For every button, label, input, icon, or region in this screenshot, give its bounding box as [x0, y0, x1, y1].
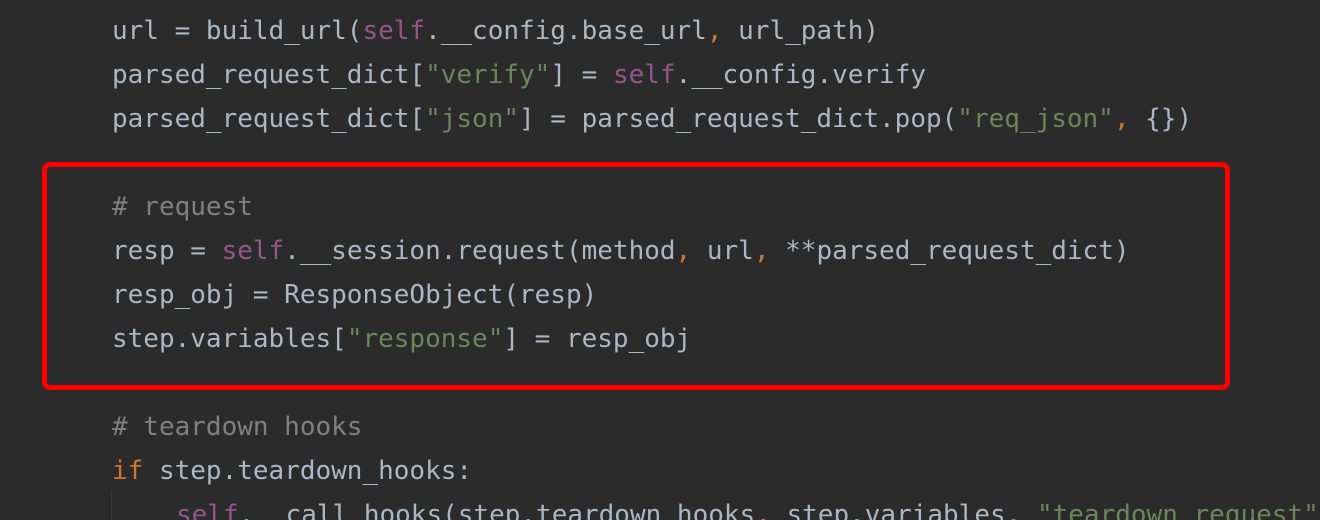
code-line-10: self.__call_hooks(step.teardown_hooks, s…	[176, 500, 1319, 520]
code-line-9: if step.teardown_hooks:	[112, 456, 473, 486]
code-line-8-comment: # teardown hooks	[112, 412, 363, 442]
code-line-1: url = build_url(self.__config.base_url, …	[112, 16, 880, 46]
indent-guide	[111, 490, 112, 520]
code-line-3: parsed_request_dict["json"] = parsed_req…	[112, 104, 1193, 134]
code-line-2: parsed_request_dict["verify"] = self.__c…	[112, 60, 927, 90]
code-editor[interactable]: url = build_url(self.__config.base_url, …	[0, 0, 1320, 520]
highlight-box	[42, 162, 1230, 390]
